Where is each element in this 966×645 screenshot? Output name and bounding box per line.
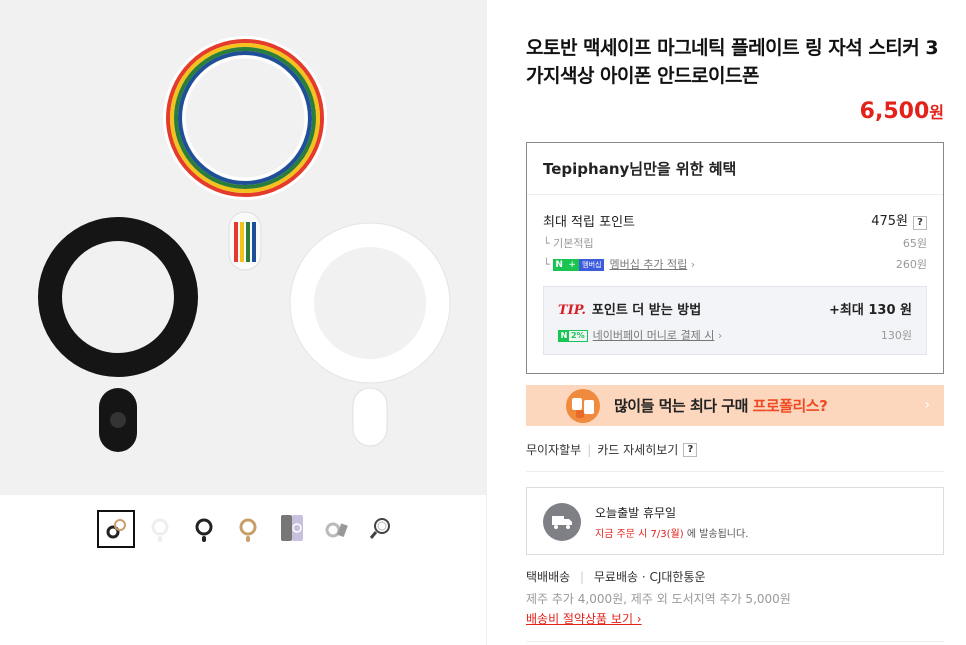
tip-box: TIP. 포인트 더 받는 방법 +최대 130 원 N 2% 네이버페이 머니로 결… bbox=[543, 286, 927, 355]
npay-percent-badge: N 2% bbox=[558, 330, 588, 342]
delivery-method: 택배배송 bbox=[526, 570, 571, 584]
truck-icon bbox=[543, 503, 581, 541]
npay-money-row: N 2% 네이버페이 머니로 결제 시 › 130원 bbox=[558, 327, 912, 343]
tip-text: 포인트 더 받는 방법 bbox=[591, 303, 702, 318]
basic-points-text: 기본적립 bbox=[553, 237, 594, 250]
tip-value-unit: 원 bbox=[900, 303, 912, 318]
membership-points-label[interactable]: └ N + 멤버십 멤버십 추가 적립 › bbox=[543, 256, 695, 272]
product-page: 오토반 맥세이프 마그네틱 플레이트 링 자석 스티커 3가지색상 아이폰 안드… bbox=[0, 0, 966, 645]
white-ring-image bbox=[289, 222, 451, 447]
benefit-title: Tepiphany님만을 위한 혜택 bbox=[527, 143, 943, 195]
max-points-value: 475원 bbox=[871, 214, 908, 229]
n-badge: N bbox=[553, 259, 566, 271]
product-gallery bbox=[0, 0, 487, 645]
naver-plus-membership-badge: N + 멤버십 bbox=[553, 259, 605, 271]
main-product-image[interactable] bbox=[0, 0, 487, 495]
installment-row: 무이자할부 | 카드 자세히보기 ? bbox=[526, 441, 698, 458]
npay-money-link[interactable]: 네이버페이 머니로 결제 시 bbox=[593, 329, 715, 342]
shipping-notice-box: 오늘출발 휴무일 지금 주문 시 7/3(월) 에 발송됩니다. bbox=[526, 487, 944, 555]
rainbow-ring-image bbox=[163, 36, 327, 271]
tip-row: TIP. 포인트 더 받는 방법 +최대 130 원 bbox=[558, 299, 912, 318]
price-value: 6,500 bbox=[859, 99, 930, 124]
thumbnail-gold-ring[interactable] bbox=[229, 510, 267, 548]
thumbnail-ring-closeup[interactable] bbox=[361, 510, 399, 548]
max-points-value-wrap: 475원? bbox=[871, 210, 927, 230]
basic-points-row: └ 기본적립 65원 bbox=[543, 235, 927, 251]
product-title: 오토반 맥세이프 마그네틱 플레이트 링 자석 스티커 3가지색상 아이폰 안드… bbox=[526, 37, 939, 87]
card-help-icon[interactable]: ? bbox=[683, 442, 698, 457]
max-points-row: 최대 적립 포인트 475원? bbox=[543, 210, 927, 230]
membership-badge: 멤버십 bbox=[579, 259, 605, 271]
card-detail-link[interactable]: 카드 자세히보기 bbox=[597, 441, 678, 458]
product-price: 6,500원 bbox=[860, 99, 944, 124]
shipping-notice-rest: 에 발송됩니다. bbox=[683, 529, 749, 540]
plus-badge: + bbox=[565, 259, 580, 271]
thumbnail-gold-ring-set[interactable] bbox=[97, 510, 135, 548]
thumbnail-ring-angle[interactable] bbox=[317, 510, 355, 548]
propolis-ad-banner[interactable]: 많이들 먹는 최다 구매 프로폴리스? › bbox=[526, 385, 944, 426]
thumbnail-black-ring[interactable] bbox=[185, 510, 223, 548]
banner-text-highlight: 프로폴리스? bbox=[752, 397, 828, 415]
thumbnail-white-ring[interactable] bbox=[141, 510, 179, 548]
black-ring-image bbox=[38, 217, 198, 452]
delivery-fee: 무료배송 · CJ대한통운 bbox=[593, 570, 706, 584]
n-badge-small: N bbox=[559, 331, 569, 341]
membership-link[interactable]: 멤버십 추가 적립 bbox=[609, 258, 687, 271]
max-points-help-icon[interactable]: ? bbox=[913, 216, 927, 230]
tip-value: +최대 130 bbox=[829, 303, 896, 318]
membership-points-value: 260원 bbox=[895, 258, 927, 271]
basic-points-label: └ 기본적립 bbox=[543, 237, 594, 250]
shipping-title: 오늘출발 휴무일 bbox=[595, 506, 677, 520]
divider-bar: | bbox=[580, 570, 585, 584]
banner-chevron-icon: › bbox=[924, 397, 930, 413]
npay-money-label[interactable]: N 2% 네이버페이 머니로 결제 시 › bbox=[558, 327, 722, 343]
divider-bar: | bbox=[587, 442, 592, 457]
divider bbox=[526, 471, 944, 472]
max-points-label: 최대 적립 포인트 bbox=[543, 214, 635, 230]
membership-points-row: └ N + 멤버십 멤버십 추가 적립 › 260원 bbox=[543, 256, 927, 272]
price-unit: 원 bbox=[929, 103, 944, 122]
shipping-notice: 지금 주문 시 7/3(월) 에 발송됩니다. bbox=[595, 525, 748, 540]
delivery-row: 택배배송 | 무료배송 · CJ대한통운 bbox=[526, 568, 706, 585]
divider bbox=[526, 641, 944, 642]
tip-label: TIP. bbox=[558, 303, 586, 318]
propolis-product-icon bbox=[566, 388, 600, 423]
thumbnail-phone-case[interactable] bbox=[273, 510, 311, 548]
percent-badge: 2% bbox=[571, 331, 585, 340]
extra-shipping-fee: 제주 추가 4,000원, 제주 외 도서지역 추가 5,000원 bbox=[526, 592, 791, 606]
basic-points-value: 65원 bbox=[902, 237, 927, 250]
banner-text-prefix: 많이들 먹는 최다 구매 bbox=[614, 397, 753, 415]
shipping-notice-date: 지금 주문 시 7/3(월) bbox=[595, 529, 684, 540]
benefit-box: Tepiphany님만을 위한 혜택 최대 적립 포인트 475원? └ 기본적… bbox=[526, 142, 944, 374]
thumbnail-strip bbox=[97, 510, 399, 548]
shipping-save-link[interactable]: 배송비 절약상품 보기 › bbox=[526, 610, 642, 627]
banner-text: 많이들 먹는 최다 구매 프로폴리스? bbox=[614, 395, 828, 416]
installment-label: 무이자할부 bbox=[526, 443, 582, 457]
npay-money-value: 130원 bbox=[880, 329, 912, 342]
